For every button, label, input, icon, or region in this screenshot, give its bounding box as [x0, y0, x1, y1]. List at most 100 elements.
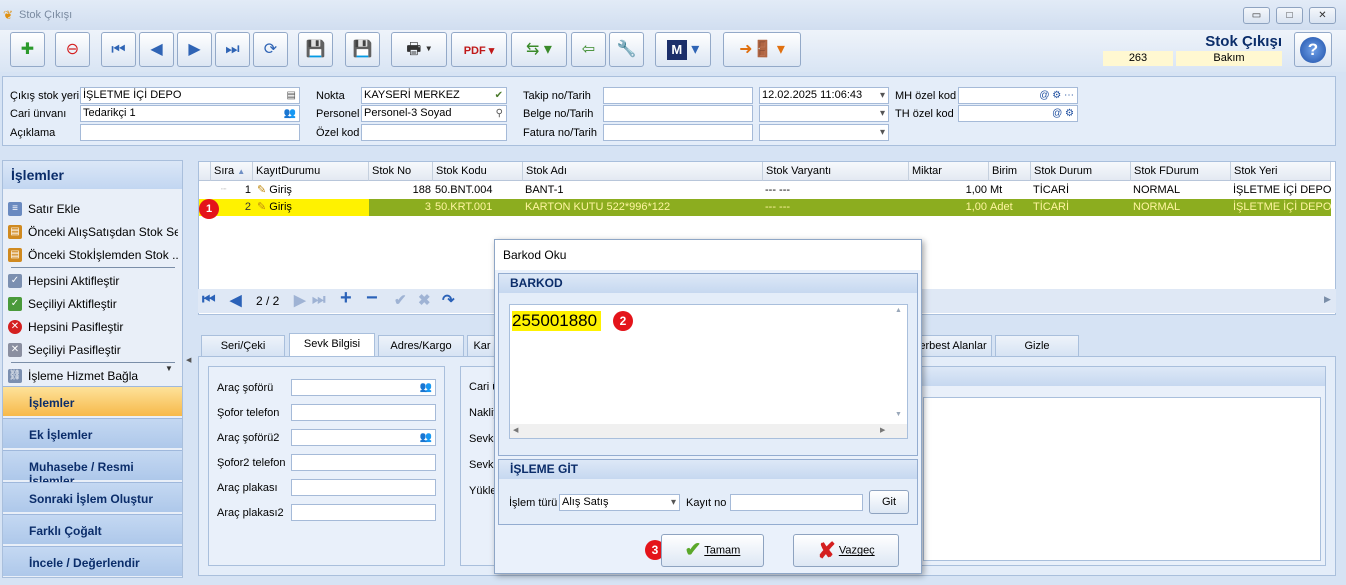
aciklama-field[interactable]: [80, 124, 300, 141]
close-button[interactable]: ✕: [1309, 7, 1336, 24]
nav-remove-icon[interactable]: −: [366, 287, 378, 310]
section-incele[interactable]: İncele / Değerlendir: [3, 546, 182, 576]
scroll-left-icon[interactable]: ◀: [513, 426, 518, 434]
section-islemler[interactable]: İşlemler: [3, 386, 182, 416]
sofor-telefon-field[interactable]: [291, 404, 436, 421]
col-header-sira[interactable]: Sıra ▲: [211, 162, 253, 181]
cikis-stok-yeri-field[interactable]: İŞLETME İÇİ DEPO ▤: [80, 87, 300, 104]
col-header-varyant[interactable]: Stok Varyantı: [763, 162, 909, 181]
maximize-button[interactable]: □: [1276, 7, 1303, 24]
section-farkli-cogalt[interactable]: Farklı Çoğalt: [3, 514, 182, 544]
last-record-button[interactable]: ⏭: [215, 32, 250, 67]
people-icon[interactable]: 👥: [420, 380, 432, 395]
dropdown-icon[interactable]: ▾: [671, 495, 676, 510]
belge-tarih-field[interactable]: ▾: [759, 105, 889, 122]
op-onceki-stokislem[interactable]: ▤ Önceki Stokİşlemden Stok ...: [6, 244, 178, 266]
cari-unvani-field[interactable]: Tedarikçi 1 👥: [80, 105, 300, 122]
git-button[interactable]: Git: [869, 490, 909, 514]
arac-soforu-field[interactable]: 👥: [291, 379, 436, 396]
th-ozel-kod-field[interactable]: @ ⚙: [958, 105, 1078, 122]
check-icon[interactable]: ✔: [495, 88, 503, 103]
tab-gizle[interactable]: Gizle: [995, 335, 1079, 357]
nav-prev-icon[interactable]: ◀: [230, 291, 242, 309]
horizontal-scrollbar[interactable]: ◀ ▶: [510, 424, 907, 438]
tab-sevk-bilgisi[interactable]: Sevk Bilgisi: [289, 333, 375, 357]
section-muhasebe[interactable]: Muhasebe / Resmi İşlemler: [3, 450, 182, 488]
arac-plakasi-field[interactable]: [291, 479, 436, 496]
collapse-panel-icon[interactable]: ◀: [186, 356, 191, 364]
nav-cancel-icon[interactable]: ✖: [418, 291, 431, 309]
kayit-no-field[interactable]: [730, 494, 863, 511]
nav-first-icon[interactable]: ⏮: [202, 291, 216, 308]
dropdown-icon[interactable]: ▾: [880, 125, 885, 140]
fatura-tarih-field[interactable]: ▾: [759, 124, 889, 141]
op-hepsini-aktiflestir[interactable]: ✓ Hepsini Aktifleştir: [6, 270, 178, 292]
nav-confirm-icon[interactable]: ✔: [394, 291, 407, 309]
cancel-save-button[interactable]: 💾: [345, 32, 380, 67]
exit-button[interactable]: ➜🚪 ▾: [723, 32, 801, 67]
nav-last-icon[interactable]: ⏭: [312, 291, 326, 308]
tab-adres-kargo[interactable]: Adres/Kargo: [378, 335, 464, 357]
scroll-down-icon[interactable]: ▼: [895, 411, 902, 418]
refresh-button[interactable]: ⟳: [253, 32, 288, 67]
personel-field[interactable]: Personel-3 Soyad ⚲: [361, 105, 507, 122]
transfer-button[interactable]: ⇆ ▾: [511, 32, 567, 67]
print-button[interactable]: 🖶 ▾: [391, 32, 447, 67]
op-satir-ekle[interactable]: ≡ Satır Ekle: [6, 198, 178, 220]
nav-add-icon[interactable]: +: [340, 287, 352, 310]
at-icon[interactable]: @ ⚙ ⋯: [1039, 88, 1074, 103]
islem-turu-select[interactable]: Alış Satış ▾: [559, 494, 680, 511]
op-seciliyi-aktiflestir[interactable]: ✓ Seçiliyi Aktifleştir: [6, 293, 178, 315]
col-header-stokkodu[interactable]: Stok Kodu: [433, 162, 523, 181]
op-hepsini-pasiflestir[interactable]: ✕ Hepsini Pasifleştir: [6, 316, 178, 338]
nokta-field[interactable]: KAYSERİ MERKEZ ✔: [361, 87, 507, 104]
people-icon[interactable]: 👥: [420, 430, 432, 445]
arac-soforu2-field[interactable]: 👥: [291, 429, 436, 446]
section-sonraki-islem[interactable]: Sonraki İşlem Oluştur: [3, 482, 182, 512]
col-header-stokfdurum[interactable]: Stok FDurum: [1131, 162, 1231, 181]
help-button[interactable]: ?: [1294, 32, 1332, 67]
tools-button[interactable]: 🔧: [609, 32, 644, 67]
save-button[interactable]: 💾: [298, 32, 333, 67]
col-header-birim[interactable]: Birim: [989, 162, 1031, 181]
m-menu-button[interactable]: M ▾: [655, 32, 711, 67]
col-header-miktar[interactable]: Miktar: [909, 162, 989, 181]
pdf-export-button[interactable]: PDF ▾: [451, 32, 507, 67]
col-header-stokyeri[interactable]: Stok Yeri: [1231, 162, 1331, 181]
takip-no-field[interactable]: [603, 87, 753, 104]
at-icon[interactable]: @ ⚙: [1052, 106, 1074, 121]
op-onceki-alissatis[interactable]: ▤ Önceki AlışSatışdan Stok Seç: [6, 221, 178, 243]
col-header-stokno[interactable]: Stok No: [369, 162, 433, 181]
import-button[interactable]: ⇦: [571, 32, 606, 67]
minimize-button[interactable]: ▭: [1243, 7, 1270, 24]
first-record-button[interactable]: ⏮: [101, 32, 136, 67]
arac-plakasi2-field[interactable]: [291, 504, 436, 521]
nav-refresh-icon[interactable]: ↷: [442, 291, 455, 309]
delete-record-button[interactable]: ⊖: [55, 32, 90, 67]
col-header-kayitdurumu[interactable]: KayıtDurumu: [253, 162, 369, 181]
person-search-icon[interactable]: ⚲: [496, 106, 503, 121]
vazgec-button[interactable]: ✘ Vazgeç: [793, 534, 899, 567]
scroll-right-icon[interactable]: ▶: [1324, 294, 1331, 305]
section-ek-islemler[interactable]: Ek İşlemler: [3, 418, 182, 448]
people-icon[interactable]: 👥: [284, 106, 296, 121]
mh-ozel-kod-field[interactable]: @ ⚙ ⋯: [958, 87, 1078, 104]
sofor2-telefon-field[interactable]: [291, 454, 436, 471]
tamam-button[interactable]: ✔ Tamam: [661, 534, 764, 567]
col-header-stokdurum[interactable]: Stok Durum: [1031, 162, 1131, 181]
col-header-stokadi[interactable]: Stok Adı: [523, 162, 763, 181]
scroll-up-icon[interactable]: ▲: [895, 307, 902, 314]
nav-next-icon[interactable]: ▶: [294, 291, 306, 309]
dropdown-icon[interactable]: ▾: [880, 88, 885, 103]
fatura-no-field[interactable]: [603, 124, 753, 141]
dropdown-icon[interactable]: ▾: [880, 106, 885, 121]
barcode-input[interactable]: 255001880 2 ▲ ▼ ◀ ▶: [509, 304, 908, 439]
scroll-down-icon[interactable]: ▼: [165, 364, 173, 373]
next-record-button[interactable]: ▶: [177, 32, 212, 67]
scroll-right-icon[interactable]: ▶: [880, 426, 885, 434]
previous-record-button[interactable]: ◀: [139, 32, 174, 67]
tab-kar[interactable]: Kar: [467, 335, 497, 357]
list-icon[interactable]: ▤: [287, 88, 296, 103]
op-seciliyi-pasiflestir[interactable]: ✕ Seçiliyi Pasifleştir: [6, 339, 178, 361]
tab-serbest-alanlar[interactable]: erbest Alanlar: [914, 335, 992, 357]
